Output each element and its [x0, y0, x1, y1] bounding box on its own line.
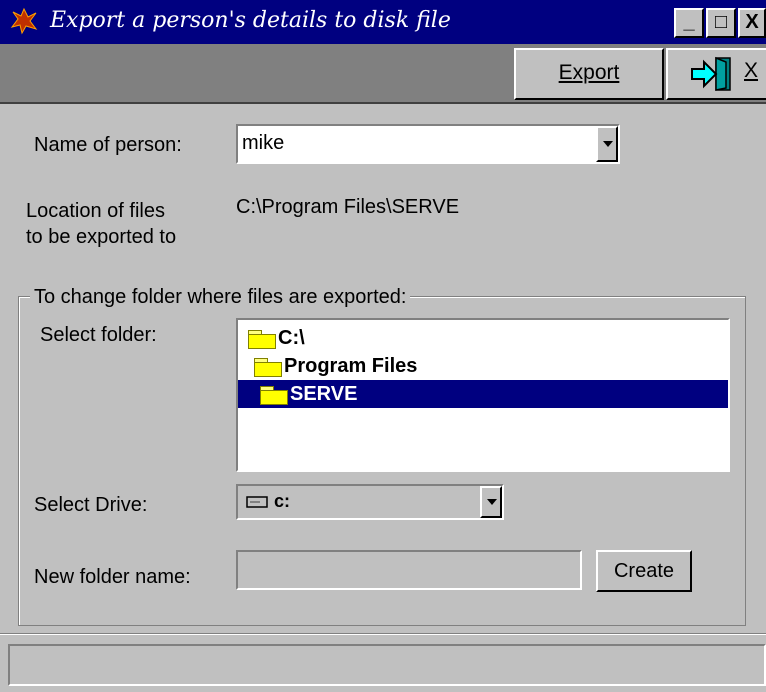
- exit-button[interactable]: X: [666, 48, 766, 100]
- open-folder-icon: [248, 329, 276, 349]
- folder-item-label: Program Files: [284, 355, 418, 377]
- close-icon: X: [745, 11, 759, 33]
- new-folder-label: New folder name:: [34, 566, 191, 588]
- location-label-line1: Location of files: [26, 200, 165, 222]
- status-bar: [8, 644, 766, 686]
- select-drive-label: Select Drive:: [34, 494, 148, 516]
- title-bar[interactable]: Export a person's details to disk file _…: [0, 0, 766, 44]
- person-select[interactable]: mike: [236, 124, 620, 164]
- minimize-icon: _: [683, 11, 695, 33]
- drive-select[interactable]: c:: [236, 484, 504, 520]
- location-value: C:\Program Files\SERVE: [236, 196, 460, 218]
- exit-button-label: X: [744, 59, 759, 82]
- folder-item-label: SERVE: [290, 383, 358, 405]
- export-button[interactable]: Export: [514, 48, 664, 100]
- person-select-value: mike: [242, 132, 285, 154]
- open-folder-icon: [260, 385, 288, 405]
- folder-item-root[interactable]: C:\: [248, 324, 305, 352]
- folder-item-label: C:\: [278, 327, 305, 349]
- name-label: Name of person:: [34, 134, 182, 156]
- drive-select-value: c:: [274, 491, 291, 511]
- app-icon: [10, 7, 38, 35]
- create-button[interactable]: Create: [596, 550, 692, 592]
- create-button-label: Create: [613, 560, 675, 582]
- drive-icon: [246, 496, 268, 508]
- bottom-separator: [0, 633, 766, 635]
- folder-item-serve[interactable]: SERVE: [238, 380, 728, 408]
- close-button[interactable]: X: [738, 8, 766, 38]
- maximize-button[interactable]: □: [706, 8, 736, 38]
- folder-item-program-files[interactable]: Program Files: [254, 352, 417, 380]
- person-dropdown-button[interactable]: [596, 126, 618, 162]
- folder-tree[interactable]: C:\ Program Files SERVE: [236, 318, 730, 472]
- new-folder-input[interactable]: [236, 550, 582, 590]
- folder-group-title: To change folder where files are exporte…: [30, 286, 411, 309]
- maximize-icon: □: [714, 11, 728, 33]
- drive-dropdown-button[interactable]: [480, 486, 502, 518]
- location-label-line2: to be exported to: [26, 226, 177, 248]
- window-title: Export a person's details to disk file: [50, 8, 451, 33]
- exit-door-icon: [691, 56, 731, 91]
- minimize-button[interactable]: _: [674, 8, 704, 38]
- toolbar: Export X: [0, 44, 766, 104]
- export-button-label: Export: [558, 61, 620, 84]
- open-folder-icon: [254, 357, 282, 377]
- select-folder-label: Select folder:: [40, 324, 157, 346]
